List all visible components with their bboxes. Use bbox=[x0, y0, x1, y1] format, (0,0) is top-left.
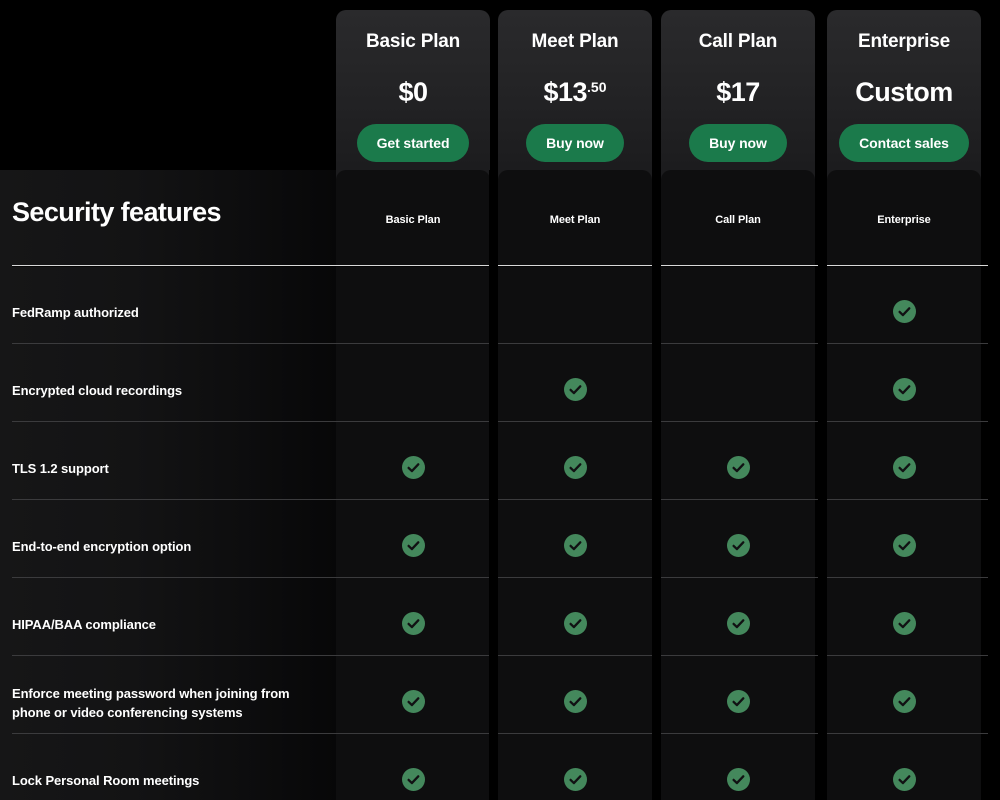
column-gutter bbox=[652, 170, 661, 800]
feature-availability-cell bbox=[498, 768, 652, 796]
plan-cta-button-enterprise[interactable]: Contact sales bbox=[839, 124, 969, 162]
column-gutter bbox=[818, 170, 827, 800]
table-row: HIPAA/BAA compliance bbox=[0, 578, 1000, 656]
column-header-call: Call Plan bbox=[715, 214, 761, 226]
check-circle-icon bbox=[401, 690, 425, 713]
feature-availability-cell bbox=[827, 300, 981, 328]
check-circle-icon bbox=[892, 612, 916, 635]
column-header-basic: Basic Plan bbox=[385, 214, 441, 226]
check-circle-icon bbox=[892, 534, 916, 557]
plan-price-amount: Custom bbox=[855, 77, 953, 107]
feature-availability-cell bbox=[336, 534, 490, 562]
check-circle-icon bbox=[726, 456, 750, 479]
plan-cards-strip: Basic Plan $0 Get started Meet Plan $13.… bbox=[0, 0, 1000, 180]
check-circle-icon bbox=[892, 300, 916, 323]
feature-availability-cell bbox=[336, 690, 490, 718]
feature-availability-cell bbox=[336, 456, 490, 484]
table-row: TLS 1.2 support bbox=[0, 422, 1000, 500]
check-circle-icon bbox=[563, 612, 587, 635]
table-grid: Security features Basic Plan Meet Plan C… bbox=[0, 170, 1000, 800]
feature-availability-cell bbox=[661, 534, 815, 562]
column-gutter bbox=[489, 170, 498, 800]
security-features-comparison-table: Security features Basic Plan Meet Plan C… bbox=[0, 170, 1000, 800]
plan-price: $13.50 bbox=[498, 72, 652, 107]
check-circle-icon bbox=[563, 456, 587, 479]
plan-cta-button-meet[interactable]: Buy now bbox=[526, 124, 624, 162]
check-circle-icon bbox=[401, 612, 425, 635]
plan-price: $0 bbox=[336, 72, 490, 107]
plan-name: Call Plan bbox=[698, 31, 778, 52]
plan-price-amount: $0 bbox=[398, 77, 428, 107]
plan-card-meet: Meet Plan $13.50 Buy now bbox=[498, 10, 652, 180]
check-circle-icon bbox=[401, 768, 425, 791]
feature-name-cell: Enforce meeting password when joining fr… bbox=[12, 686, 290, 720]
feature-name-cell: TLS 1.2 support bbox=[12, 461, 109, 476]
feature-name-cell: HIPAA/BAA compliance bbox=[12, 617, 156, 632]
plan-card-basic: Basic Plan $0 Get started bbox=[336, 10, 490, 180]
feature-name-cell: FedRamp authorized bbox=[12, 305, 139, 320]
feature-availability-cell bbox=[827, 456, 981, 484]
feature-availability-cell bbox=[661, 768, 815, 796]
check-circle-icon bbox=[563, 768, 587, 791]
feature-availability-cell bbox=[827, 768, 981, 796]
section-title-cell: Security features bbox=[12, 196, 332, 228]
table-row: Lock Personal Room meetings bbox=[0, 734, 1000, 800]
check-circle-icon bbox=[401, 456, 425, 479]
pricing-comparison-page: Basic Plan $0 Get started Meet Plan $13.… bbox=[0, 0, 1000, 800]
check-circle-icon bbox=[892, 690, 916, 713]
plan-cta-button-call[interactable]: Buy now bbox=[689, 124, 787, 162]
plan-price-amount: $13 bbox=[543, 77, 588, 107]
plan-name: Enterprise bbox=[858, 31, 950, 52]
feature-name-cell: Lock Personal Room meetings bbox=[12, 773, 200, 788]
check-circle-icon bbox=[892, 768, 916, 791]
feature-availability-cell bbox=[498, 456, 652, 484]
feature-availability-cell bbox=[498, 612, 652, 640]
table-row: FedRamp authorized bbox=[0, 266, 1000, 344]
plan-price-amount: $17 bbox=[716, 77, 760, 107]
feature-availability-cell bbox=[661, 612, 815, 640]
table-row: Encrypted cloud recordings bbox=[0, 344, 1000, 422]
page-title: Security features bbox=[12, 197, 222, 227]
feature-availability-cell bbox=[827, 534, 981, 562]
check-circle-icon bbox=[726, 612, 750, 635]
plan-name: Basic Plan bbox=[365, 31, 461, 52]
feature-availability-cell bbox=[336, 768, 490, 796]
check-circle-icon bbox=[563, 534, 587, 557]
plan-price: Custom bbox=[827, 72, 981, 107]
column-header-meet: Meet Plan bbox=[549, 214, 601, 226]
feature-availability-cell bbox=[498, 690, 652, 718]
check-circle-icon bbox=[726, 534, 750, 557]
plan-name: Meet Plan bbox=[531, 31, 619, 52]
plan-price: $17 bbox=[661, 72, 815, 107]
plan-price-cents: .50 bbox=[587, 79, 607, 95]
check-circle-icon bbox=[563, 690, 587, 713]
feature-availability-cell bbox=[498, 378, 652, 406]
feature-availability-cell bbox=[498, 534, 652, 562]
check-circle-icon bbox=[892, 378, 916, 401]
check-circle-icon bbox=[892, 456, 916, 479]
feature-name-cell: Encrypted cloud recordings bbox=[12, 383, 183, 398]
feature-availability-cell bbox=[661, 456, 815, 484]
table-header-row: Security features Basic Plan Meet Plan C… bbox=[0, 170, 1000, 266]
check-circle-icon bbox=[401, 534, 425, 557]
table-row: End-to-end encryption option bbox=[0, 500, 1000, 578]
check-circle-icon bbox=[726, 690, 750, 713]
feature-availability-cell bbox=[827, 378, 981, 406]
feature-availability-cell bbox=[827, 612, 981, 640]
feature-availability-cell bbox=[827, 690, 981, 718]
check-circle-icon bbox=[563, 378, 587, 401]
plan-card-enterprise: Enterprise Custom Contact sales bbox=[827, 10, 981, 180]
plan-card-call: Call Plan $17 Buy now bbox=[661, 10, 815, 180]
table-row: Enforce meeting password when joining fr… bbox=[0, 656, 1000, 734]
feature-availability-cell bbox=[661, 690, 815, 718]
feature-name-cell: End-to-end encryption option bbox=[12, 539, 192, 554]
column-header-enterprise: Enterprise bbox=[877, 214, 931, 226]
check-circle-icon bbox=[726, 768, 750, 791]
plan-cta-button-basic[interactable]: Get started bbox=[356, 124, 470, 162]
feature-availability-cell bbox=[336, 612, 490, 640]
